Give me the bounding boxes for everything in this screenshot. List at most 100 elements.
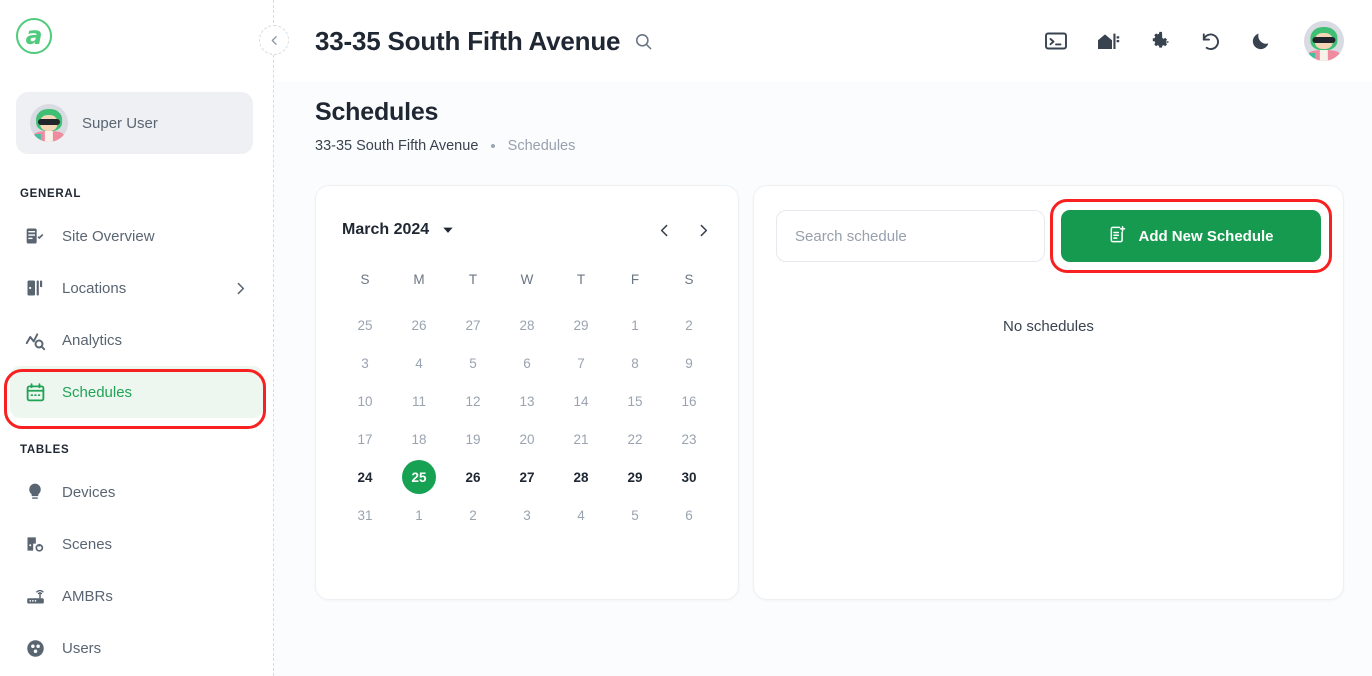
calendar-day[interactable]: 22 [608,420,662,458]
add-schedule-area: Add New Schedule [1050,199,1332,273]
breadcrumb: 33-35 South Fifth Avenue • Schedules [315,138,1344,154]
sidebar-item-schedules[interactable]: Schedules [10,366,263,418]
calendar-icon [24,381,46,403]
calendar-day[interactable]: 19 [446,420,500,458]
sidebar-user-card[interactable]: Super User [16,92,253,154]
sidebar-item-analytics[interactable]: Analytics [10,314,263,366]
terminal-icon[interactable] [1044,29,1068,53]
calendar-day[interactable]: 26 [392,306,446,344]
calendar-day[interactable]: 4 [392,344,446,382]
empty-state-message: No schedules [1003,318,1094,335]
add-document-icon [1108,225,1127,248]
calendar-day[interactable]: 8 [608,344,662,382]
chevron-right-icon[interactable] [232,280,249,297]
calendar-day[interactable]: 25 [338,306,392,344]
calendar-day[interactable]: 26 [446,458,500,496]
app-logo[interactable]: a [16,18,52,54]
calendar-prev-month-button[interactable] [656,222,673,239]
sidebar-item-site-overview[interactable]: Site Overview [10,210,263,262]
calendar-day[interactable]: 6 [500,344,554,382]
calendar-nav [656,222,712,239]
breadcrumb-item-site[interactable]: 33-35 South Fifth Avenue [315,138,478,154]
calendar-day[interactable]: 24 [338,458,392,496]
sidebar-item-label: Devices [62,483,116,501]
calendar-day[interactable]: 3 [338,344,392,382]
chevron-down-icon[interactable] [441,223,455,237]
sidebar-item-label: AMBRs [62,587,113,605]
calendar-day[interactable]: 10 [338,382,392,420]
calendar-day[interactable]: 29 [608,458,662,496]
page-title: Schedules [315,98,439,126]
calendar-day[interactable]: 15 [608,382,662,420]
calendar-day[interactable]: 1 [392,496,446,534]
calendar-dow: S [360,271,370,287]
topbar: 33-35 South Fifth Avenue [274,0,1372,82]
calendar-day[interactable]: 7 [554,344,608,382]
sidebar-item-ambrs[interactable]: AMBRs [10,570,263,622]
calendar-day[interactable]: 14 [554,382,608,420]
calendar-day[interactable]: 27 [446,306,500,344]
calendar-day[interactable]: 17 [338,420,392,458]
breadcrumb-separator: • [490,137,496,155]
refresh-icon[interactable] [1199,30,1222,53]
calendar-day[interactable]: 2 [446,496,500,534]
calendar-day[interactable]: 29 [554,306,608,344]
user-avatar [30,104,68,142]
add-new-schedule-button[interactable]: Add New Schedule [1061,210,1321,262]
calendar-day[interactable]: 23 [662,420,716,458]
calendar-day[interactable]: 3 [500,496,554,534]
calendar-day[interactable]: 5 [446,344,500,382]
calendar-day[interactable]: 18 [392,420,446,458]
sidebar-item-devices[interactable]: Devices [10,466,263,518]
calendar-day[interactable]: 20 [500,420,554,458]
collapse-sidebar-button[interactable] [259,25,289,55]
calendar-dow: W [520,271,534,287]
router-icon [24,585,46,607]
main-area: 33-35 South Fifth Avenue Schedules 33-35… [274,0,1372,676]
calendar-day[interactable]: 4 [554,496,608,534]
calendar-day[interactable]: 11 [392,382,446,420]
users-icon [24,637,46,659]
bulb-icon [24,481,46,503]
dark-mode-icon[interactable] [1250,30,1272,52]
calendar-day[interactable]: 16 [662,382,716,420]
logo-letter: a [25,20,43,50]
calendar-card: March 2024 S M T W T F S 25 26 27 28 29 … [315,185,739,600]
search-schedule-input[interactable] [776,210,1045,262]
analytics-icon [24,329,46,351]
calendar-day[interactable]: 12 [446,382,500,420]
sidebar-item-users[interactable]: Users [10,622,263,674]
schedules-card: Add New Schedule No schedules [753,185,1344,600]
app-root: a Super User GENERAL Site Overview Locat… [0,0,1372,676]
calendar-day[interactable]: 21 [554,420,608,458]
calendar-day[interactable]: 30 [662,458,716,496]
calendar-day[interactable]: 1 [608,306,662,344]
calendar-dow: F [630,271,640,287]
calendar-day[interactable]: 13 [500,382,554,420]
calendar-days: 25 26 27 28 29 1 2 3 4 5 6 7 8 9 10 11 12 13 14 15 16 17 18 19 2… [338,306,716,534]
calendar-next-month-button[interactable] [695,222,712,239]
calendar-day-selected[interactable]: 25 [392,458,446,496]
calendar-day[interactable]: 9 [662,344,716,382]
page-content: Schedules 33-35 South Fifth Avenue • Sch… [274,82,1372,600]
calendar-day[interactable]: 2 [662,306,716,344]
sidebar-item-locations[interactable]: Locations [10,262,263,314]
calendar-day[interactable]: 5 [608,496,662,534]
sidebar-section-general-label: GENERAL [20,188,82,200]
chevron-left-icon [271,35,277,45]
gear-icon[interactable] [1148,30,1171,53]
sidebar-item-label: Users [62,639,102,657]
calendar-dow: T [576,271,586,287]
schedules-toolbar: Add New Schedule [776,199,1332,273]
sidebar-item-scenes[interactable]: Scenes [10,518,263,570]
account-avatar[interactable] [1304,21,1344,61]
calendar-day[interactable]: 27 [500,458,554,496]
calendar-day[interactable]: 31 [338,496,392,534]
site-title: 33-35 South Fifth Avenue [315,25,621,56]
calendar-day[interactable]: 6 [662,496,716,534]
search-icon[interactable] [634,32,653,51]
building-export-icon[interactable] [1096,29,1120,53]
calendar-day[interactable]: 28 [500,306,554,344]
calendar-dow: M [413,271,425,287]
calendar-day[interactable]: 28 [554,458,608,496]
